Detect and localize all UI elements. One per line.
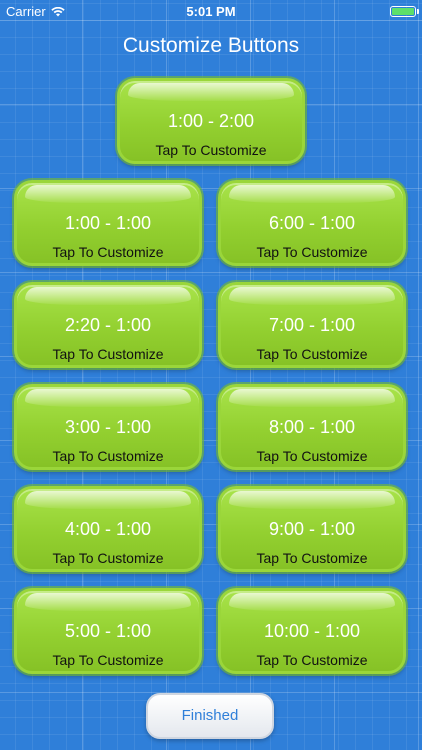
tile-time: 7:00 - 1:00 [268,315,356,335]
tile-subtitle: Tap To Customize [52,346,164,362]
tile-time: 10:00 - 1:00 [263,621,361,641]
tile-subtitle: Tap To Customize [155,142,267,158]
tile-subtitle: Tap To Customize [256,346,368,362]
customize-tile-2[interactable]: 1:00 - 1:00 Tap To Customize [14,180,202,266]
tile-subtitle: Tap To Customize [52,550,164,566]
status-time: 5:01 PM [186,4,236,19]
tile-subtitle: Tap To Customize [256,244,368,260]
customize-tile-5[interactable]: 7:00 - 1:00 Tap To Customize [218,282,406,368]
finished-button[interactable]: Finished [146,693,274,739]
tile-time: 2:20 - 1:00 [64,315,152,335]
tile-subtitle: Tap To Customize [52,652,164,668]
page-title: Customize Buttons [122,34,300,57]
customize-tile-7[interactable]: 8:00 - 1:00 Tap To Customize [218,384,406,470]
tile-time: 1:00 - 2:00 [167,111,255,131]
customize-tile-11[interactable]: 10:00 - 1:00 Tap To Customize [218,588,406,674]
customize-tile-3[interactable]: 6:00 - 1:00 Tap To Customize [218,180,406,266]
customize-tile-9[interactable]: 9:00 - 1:00 Tap To Customize [218,486,406,572]
tile-subtitle: Tap To Customize [256,448,368,464]
status-bar: Carrier 5:01 PM [0,0,422,22]
tile-subtitle: Tap To Customize [256,550,368,566]
customize-tile-4[interactable]: 2:20 - 1:00 Tap To Customize [14,282,202,368]
customize-tile-6[interactable]: 3:00 - 1:00 Tap To Customize [14,384,202,470]
tile-time: 6:00 - 1:00 [268,213,356,233]
customize-tile-1[interactable]: 1:00 - 2:00 Tap To Customize [117,78,305,164]
tile-subtitle: Tap To Customize [52,244,164,260]
battery-tip [417,9,419,14]
customize-tile-8[interactable]: 4:00 - 1:00 Tap To Customize [14,486,202,572]
tile-time: 9:00 - 1:00 [268,519,356,539]
tile-time: 1:00 - 1:00 [64,213,152,233]
tile-subtitle: Tap To Customize [256,652,368,668]
battery-icon [390,6,416,17]
customize-tile-10[interactable]: 5:00 - 1:00 Tap To Customize [14,588,202,674]
tile-time: 8:00 - 1:00 [268,417,356,437]
tile-subtitle: Tap To Customize [52,448,164,464]
tile-time: 5:00 - 1:00 [64,621,152,641]
battery-level [392,8,414,15]
tile-time: 4:00 - 1:00 [64,519,152,539]
tile-time: 3:00 - 1:00 [64,417,152,437]
